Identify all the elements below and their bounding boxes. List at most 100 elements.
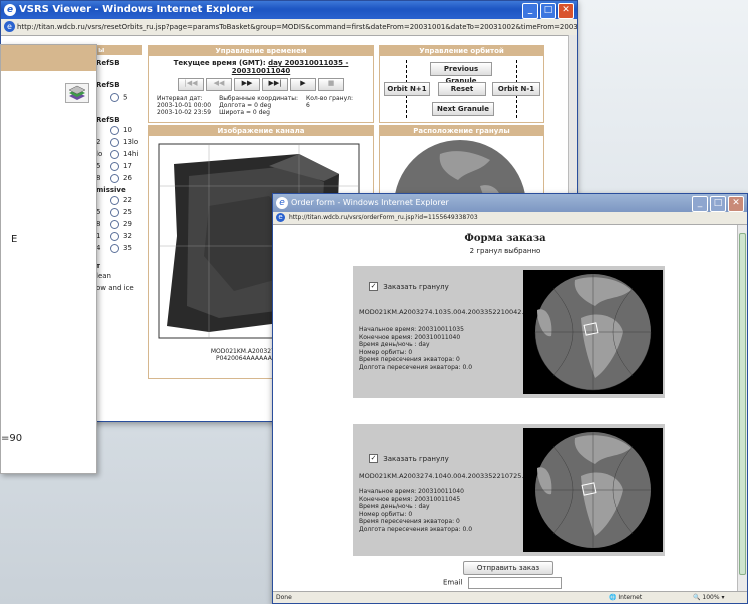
- radio-row[interactable]: 2 13lo: [96, 136, 142, 148]
- submit-order-button[interactable]: Отправить заказ: [463, 561, 553, 575]
- page-icon: e: [4, 21, 15, 32]
- maximize-icon[interactable]: □: [540, 3, 556, 19]
- minimize-icon[interactable]: _: [692, 196, 708, 212]
- vsrs-titlebar[interactable]: e VSRS Viewer - Windows Internet Explore…: [1, 1, 577, 19]
- granule-daynight: Время день/ночь : day: [359, 341, 430, 348]
- radio-row-label: 29: [123, 220, 132, 228]
- radio-row-label: 32: [123, 232, 132, 240]
- maximize-icon[interactable]: □: [710, 196, 726, 212]
- radio-row[interactable]: 8 26: [96, 172, 142, 184]
- granule-panel-header: Расположение гранулы: [380, 126, 543, 136]
- granule-checkbox-row-1[interactable]: ✓ Заказать гранулу: [369, 282, 449, 291]
- radio-row[interactable]: 5 25: [96, 206, 142, 218]
- minimize-icon[interactable]: _: [522, 3, 538, 19]
- close-icon[interactable]: ✕: [558, 3, 574, 19]
- stop-icon[interactable]: ■: [318, 78, 344, 91]
- granule-checkbox-row-2[interactable]: ✓ Заказать гранулу: [369, 454, 449, 463]
- radio-button[interactable]: [110, 125, 119, 135]
- ie-icon: e: [4, 4, 16, 16]
- granule-eq-lon: Долгота пересечения экватора: 0.0: [359, 525, 473, 533]
- left-window-header-bar: [1, 45, 96, 71]
- granule-end: Конечное время: 200310011045: [359, 495, 461, 503]
- granule-orbit: Номер орбиты: 0: [359, 348, 413, 356]
- emissive-label: missive: [96, 186, 126, 194]
- radio-row-label: 22: [123, 196, 132, 204]
- rewind-icon[interactable]: ◀◀: [206, 78, 232, 91]
- count-value: 6: [305, 102, 310, 109]
- next-granule-button[interactable]: Next Granule: [432, 102, 494, 116]
- radio-row-label: 17: [123, 162, 132, 170]
- radio-row-label: 35: [123, 244, 132, 252]
- vsrs-url: http://titan.wdcb.ru/vsrs/resetOrbits_ru…: [17, 23, 577, 31]
- radio-button[interactable]: [110, 207, 119, 217]
- zoom-level[interactable]: 🔍 100% ▾: [693, 592, 724, 603]
- email-input[interactable]: [467, 577, 562, 589]
- granule-details-2: Начальное время: 200310011040 Конечное в…: [359, 488, 472, 533]
- refsb-label-2: RefSB: [96, 81, 120, 89]
- first-icon[interactable]: |◀◀: [178, 78, 204, 91]
- orbit-minus-button[interactable]: Orbit N-1: [492, 82, 540, 96]
- status-bar: Done 🌐 Internet 🔍 100% ▾: [273, 591, 747, 603]
- radio-button[interactable]: [110, 93, 119, 102]
- granule-eq-time: Время пересечения экватора: 0: [359, 518, 460, 525]
- radio-row[interactable]: 8 29: [96, 218, 142, 230]
- radio-button[interactable]: [110, 243, 119, 253]
- close-icon[interactable]: ✕: [728, 196, 744, 212]
- order-address-bar[interactable]: e http://titan.wdcb.ru/vsrs/orderForm_ru…: [273, 212, 747, 225]
- radio-button[interactable]: [110, 149, 119, 159]
- radio-row[interactable]: lo 14hi: [96, 148, 142, 160]
- order-title: Order form - Windows Internet Explorer: [291, 198, 449, 207]
- email-row: Email: [443, 577, 562, 589]
- granule-block-1: ✓ Заказать гранулу MOD021KM.A2003274.103…: [353, 266, 665, 398]
- radio-button[interactable]: [110, 195, 119, 205]
- granule-checkbox-label: Заказать гранулу: [383, 454, 449, 463]
- radio-row-5[interactable]: 5: [96, 93, 142, 102]
- lon-value: Долгота = 0 deg: [219, 102, 272, 109]
- radio-button[interactable]: [110, 161, 119, 171]
- date-from: 2003-10-01 00:00: [157, 102, 212, 109]
- granule-block-2: ✓ Заказать гранулу MOD021KM.A2003274.104…: [353, 424, 665, 556]
- forward-icon[interactable]: ▶▶: [234, 78, 260, 91]
- clean-label: lean: [96, 272, 111, 280]
- radio-row-left-label: 1: [96, 232, 101, 240]
- date-to: 2003-10-02 23:59: [157, 109, 212, 116]
- radio-row[interactable]: 22: [96, 194, 142, 206]
- radio-group-1: 10 2 13lo lo 14hi 5 17 8 26: [96, 124, 142, 184]
- granule-checkbox-label: Заказать гранулу: [383, 282, 449, 291]
- reset-button[interactable]: Reset: [438, 82, 486, 96]
- refsb-label-3: RefSB: [96, 116, 120, 124]
- checkbox[interactable]: ✓: [369, 454, 378, 463]
- vsrs-title: VSRS Viewer - Windows Internet Explorer: [19, 4, 254, 15]
- radio-row[interactable]: 10: [96, 124, 142, 136]
- vsrs-address-bar[interactable]: e http://titan.wdcb.ru/vsrs/resetOrbits_…: [1, 19, 577, 36]
- scroll-thumb[interactable]: [739, 233, 746, 575]
- radio-row[interactable]: 4 35: [96, 242, 142, 254]
- page-icon: e: [276, 213, 285, 222]
- previous-granule-button[interactable]: Previous Granule: [430, 62, 492, 85]
- last-icon[interactable]: ▶▶|: [262, 78, 288, 91]
- radio-row-label: 26: [123, 174, 132, 182]
- radio-row[interactable]: 1 32: [96, 230, 142, 242]
- radio-button[interactable]: [110, 137, 119, 147]
- orbit-plus-button[interactable]: Orbit N+1: [384, 82, 430, 96]
- granule-map-2: [523, 428, 663, 552]
- radio-row-left-label: 5: [96, 208, 101, 216]
- ie-icon: e: [276, 197, 288, 209]
- radio-button[interactable]: [110, 173, 119, 183]
- radio-row-left-label: 8: [96, 220, 101, 228]
- granule-eq-lon: Долгота пересечения экватора: 0.0: [359, 363, 473, 371]
- order-content: Форма заказа 2 гранул выбранно ✓ Заказат…: [273, 225, 737, 591]
- coords-label: Выбранные координаты:: [219, 95, 298, 102]
- order-form-window: e Order form - Windows Internet Explorer…: [272, 193, 748, 604]
- radio-row-left-label: 5: [96, 162, 101, 170]
- layers-icon[interactable]: [65, 83, 89, 103]
- radio-group-2: 22 5 25 8 29 1 32 4 35: [96, 194, 142, 254]
- order-scrollbar[interactable]: [737, 225, 747, 591]
- radio-button[interactable]: [110, 231, 119, 241]
- radio-button[interactable]: [110, 219, 119, 229]
- snow-label: ow and ice: [96, 284, 134, 292]
- checkbox[interactable]: ✓: [369, 282, 378, 291]
- order-titlebar[interactable]: e Order form - Windows Internet Explorer…: [273, 194, 747, 212]
- radio-row[interactable]: 5 17: [96, 160, 142, 172]
- play-icon[interactable]: ▶: [290, 78, 316, 91]
